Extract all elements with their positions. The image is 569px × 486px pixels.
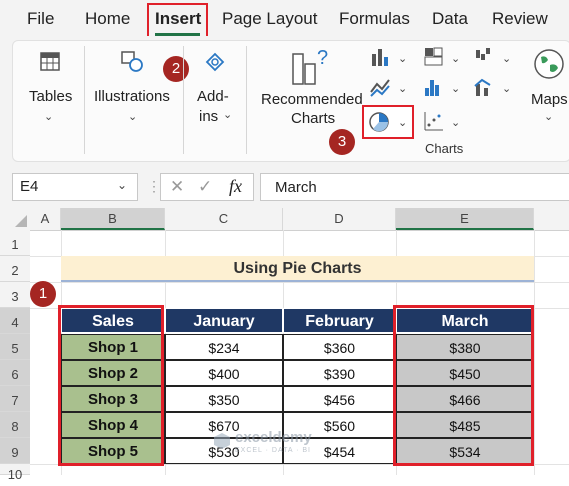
insert-function-icon[interactable]: fx xyxy=(229,176,242,197)
cancel-icon[interactable]: ✕ xyxy=(170,177,184,197)
ribbon-separator xyxy=(246,46,247,154)
watermark: exceldemy EXCEL · DATA · BI xyxy=(213,429,343,459)
cell-january[interactable]: $400 xyxy=(165,360,283,386)
ribbon-separator xyxy=(183,46,184,154)
row-header-5[interactable]: 5 xyxy=(0,334,30,360)
statistic-chart-icon[interactable]: ⌄ xyxy=(423,76,465,98)
formula-input[interactable]: March xyxy=(260,173,569,201)
chevron-down-icon: ⌄ xyxy=(44,111,54,123)
name-box-value: E4 xyxy=(20,178,39,195)
combo-chart-icon[interactable]: ⌄ xyxy=(474,76,516,98)
menu-data[interactable]: Data xyxy=(432,9,468,29)
enter-icon[interactable]: ✓ xyxy=(198,177,212,197)
step-badge-1: 1 xyxy=(30,281,56,307)
add-ins-label-1[interactable]: Add- xyxy=(197,88,229,105)
row-header-1[interactable]: 1 xyxy=(0,230,30,256)
menu-page-layout[interactable]: Page Layout xyxy=(222,9,317,29)
column-header-c[interactable]: C xyxy=(165,208,283,230)
row-header-9[interactable]: 9 xyxy=(0,438,30,464)
menu-home[interactable]: Home xyxy=(85,9,130,29)
shapes-icon xyxy=(121,51,143,72)
svg-text:⌄: ⌄ xyxy=(451,53,460,65)
row-header-10[interactable]: 10 xyxy=(0,464,30,482)
globe-icon xyxy=(534,49,564,79)
exceldemy-logo-icon xyxy=(214,433,230,449)
column-header-e[interactable]: E xyxy=(396,208,534,230)
scatter-chart-icon[interactable]: ⌄ xyxy=(423,110,465,134)
cell-january[interactable]: $350 xyxy=(165,386,283,412)
svg-text:⌄: ⌄ xyxy=(398,53,407,65)
row-header-6[interactable]: 6 xyxy=(0,360,30,386)
step-badge-2: 2 xyxy=(163,56,189,82)
sales-column-highlight-box xyxy=(58,305,164,466)
grid-line xyxy=(30,282,569,283)
waterfall-chart-icon[interactable]: ⌄ xyxy=(474,46,516,68)
table-icon xyxy=(40,52,60,71)
svg-text:⌄: ⌄ xyxy=(398,117,407,129)
tables-label: Tables xyxy=(29,88,73,105)
add-ins-label-2[interactable]: ins xyxy=(199,108,218,125)
column-header-b[interactable]: B xyxy=(61,208,165,230)
chevron-down-icon: ⌄ xyxy=(128,111,138,123)
watermark-brand: exceldemy xyxy=(235,429,312,446)
illustrations-label[interactable]: Illustrations xyxy=(94,88,170,105)
row-header-2[interactable]: 2 xyxy=(0,256,30,282)
svg-text:⌄: ⌄ xyxy=(502,53,511,65)
ribbon-separator xyxy=(84,46,85,154)
watermark-tagline: EXCEL · DATA · BI xyxy=(235,447,311,454)
formula-value: March xyxy=(275,179,317,196)
svg-text:⌄: ⌄ xyxy=(451,83,460,95)
svg-text:⌄: ⌄ xyxy=(451,117,460,129)
svg-text:⌄: ⌄ xyxy=(398,83,407,95)
select-all-icon[interactable] xyxy=(14,214,28,228)
sheet-title[interactable]: Using Pie Charts xyxy=(61,256,534,282)
menu-review[interactable]: Review xyxy=(492,9,548,29)
grid-line xyxy=(534,230,535,475)
recommended-charts-label-2[interactable]: Charts xyxy=(291,110,335,127)
header-january[interactable]: January xyxy=(165,308,283,333)
march-column-highlight-box xyxy=(393,305,534,466)
cell-february[interactable]: $456 xyxy=(283,386,396,412)
pie-chart-icon[interactable]: ⌄ xyxy=(368,110,412,134)
svg-text:⌄: ⌄ xyxy=(502,83,511,95)
chevron-down-icon: ⌄ xyxy=(223,109,233,121)
menu-formulas[interactable]: Formulas xyxy=(339,9,410,29)
chevron-down-icon: ⌄ xyxy=(117,178,128,192)
recommended-charts-icon: ? xyxy=(292,47,328,85)
column-chart-icon[interactable]: ⌄ xyxy=(370,46,412,68)
row-header-7[interactable]: 7 xyxy=(0,386,30,412)
step-badge-3: 3 xyxy=(329,129,355,155)
hierarchy-chart-icon[interactable]: ⌄ xyxy=(423,46,465,68)
cell-february[interactable]: $390 xyxy=(283,360,396,386)
column-header-a[interactable]: A xyxy=(30,208,61,230)
row-header-3[interactable]: 3 xyxy=(0,282,30,308)
cell-january[interactable]: $234 xyxy=(165,334,283,360)
cell-february[interactable]: $360 xyxy=(283,334,396,360)
menu-file[interactable]: File xyxy=(27,9,54,29)
formula-buttons: ✕ ✓ fx xyxy=(160,173,254,201)
chevron-down-icon: ⌄ xyxy=(544,111,554,123)
maps-label[interactable]: Maps xyxy=(531,91,568,108)
more-options-icon: ⋮ xyxy=(147,178,161,194)
recommended-charts-label-1[interactable]: Recommended xyxy=(261,91,363,108)
column-header-d[interactable]: D xyxy=(283,208,396,230)
header-february[interactable]: February xyxy=(283,308,396,333)
line-chart-icon[interactable]: ⌄ xyxy=(370,76,412,98)
name-box[interactable]: E4 ⌄ xyxy=(12,173,138,201)
charts-group-label: Charts xyxy=(425,141,464,156)
add-ins-icon xyxy=(205,52,225,72)
svg-text:?: ? xyxy=(317,47,328,69)
row-header-8[interactable]: 8 xyxy=(0,412,30,438)
row-header-4[interactable]: 4 xyxy=(0,308,30,334)
